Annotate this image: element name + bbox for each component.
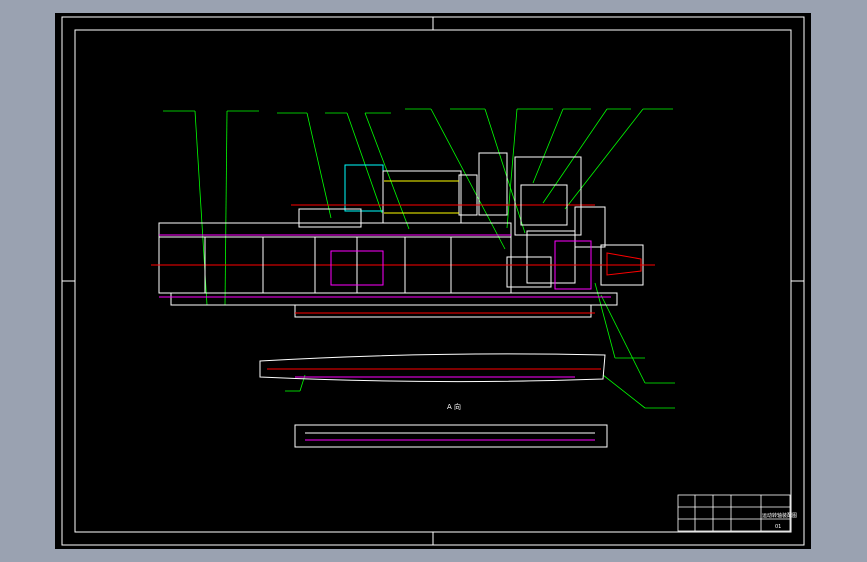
title-block-label: 运动转轴装配图 <box>762 512 797 519</box>
section-plate <box>259 353 606 383</box>
gear-housing <box>506 156 644 290</box>
title-block-sheet-no: 01 <box>775 524 781 530</box>
view-a-label: A 向 <box>447 402 461 411</box>
leader-annotations <box>163 108 675 409</box>
assembly-drawing: A 向 运动转轴装配图 01 <box>61 16 805 546</box>
drawing-outer-border <box>61 16 805 546</box>
cad-viewport[interactable]: A 向 运动转轴装配图 01 <box>55 13 811 549</box>
view-a-plate <box>294 424 608 448</box>
motor-assembly <box>291 152 595 228</box>
main-beam <box>151 222 655 318</box>
drawing-inner-border <box>74 29 792 533</box>
